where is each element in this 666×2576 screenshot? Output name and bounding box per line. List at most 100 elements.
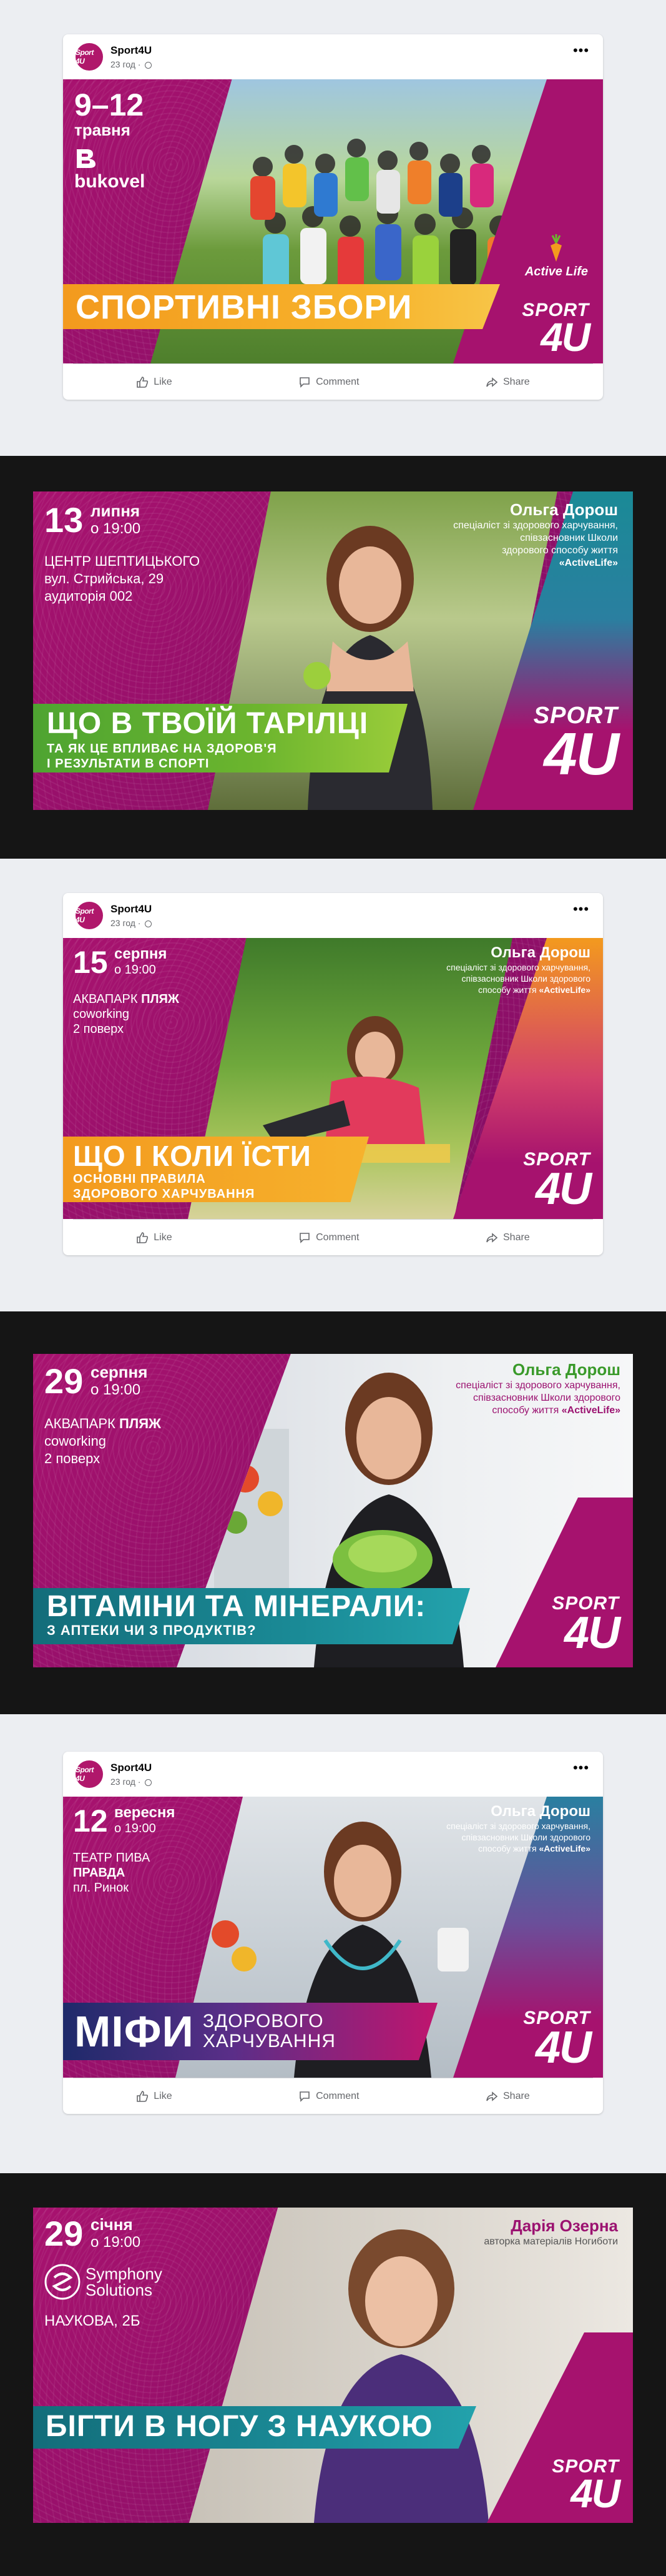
post-action-bar: Like Comment Share	[73, 2078, 593, 2114]
like-button[interactable]: Like	[136, 2090, 172, 2103]
post-header: Sport 4U Sport4U 23 год · •••	[63, 1752, 603, 1797]
globe-icon	[145, 1779, 152, 1786]
poster-band-6: 29 січня о 19:00 Symphony Solutions НАУК…	[0, 2173, 666, 2576]
avatar[interactable]: Sport 4U	[76, 1760, 103, 1788]
post-header: Sport 4U Sport4U 23 год · •••	[63, 34, 603, 79]
avatar[interactable]: Sport 4U	[76, 43, 103, 71]
like-button[interactable]: Like	[136, 376, 172, 388]
poster-what-when-eat: 15 серпня о 19:00 АКВАПАРК ПЛЯЖ coworkin…	[63, 938, 603, 1219]
social-post-5: Sport 4U Sport4U 23 год · ••• 12 вересня	[63, 1752, 603, 2114]
event-time: о 19:00	[114, 1822, 156, 1835]
more-options-icon[interactable]: •••	[572, 44, 590, 62]
social-post-3: Sport 4U Sport4U 23 год · ••• 15 серпня …	[63, 893, 603, 1255]
event-time: о 19:00	[91, 2234, 141, 2251]
speaker-name: Ольга Дорош	[491, 1803, 590, 1820]
bukovel-logo: bukovel	[74, 148, 145, 192]
post-timestamp[interactable]: 23 год ·	[110, 59, 152, 69]
event-month: травня	[74, 121, 130, 139]
post-action-bar: Like Comment Share	[73, 363, 593, 400]
share-icon	[486, 2091, 498, 2101]
thumbs-up-icon	[137, 1232, 149, 1243]
comment-button[interactable]: Comment	[298, 1231, 359, 1244]
event-venue: ТЕАТР ПИВА ПРАВДА пл. Ринок	[73, 1851, 150, 1895]
poster-myths: 12 вересня о 19:00 ТЕАТР ПИВА ПРАВДА пл.…	[63, 1797, 603, 2078]
social-post-1: Sport 4U Sport4U 23 год · ••• 9–12 травн…	[63, 34, 603, 400]
post-author[interactable]: Sport4U	[110, 44, 152, 57]
share-icon	[486, 377, 498, 387]
symphony-solutions-logo: Symphony Solutions	[44, 2264, 162, 2300]
comment-button[interactable]: Comment	[298, 2090, 359, 2103]
comment-icon	[300, 2091, 310, 2102]
headline-banner: ВІТАМІНИ ТА МІНЕРАЛИ: З АПТЕКИ ЧИ З ПРОД…	[33, 1588, 470, 1644]
headline-text: ЩО В ТВОЇЙ ТАРІЛЦІ	[47, 707, 369, 740]
event-month: вересня	[114, 1804, 175, 1821]
event-time: о 19:00	[114, 963, 156, 977]
poster-band-2: 13 липня о 19:00 ЦЕНТР ШЕПТИЦЬКОГО вул. …	[0, 456, 666, 859]
sport4u-logo: SPORT 4U	[552, 1593, 620, 1658]
avatar[interactable]: Sport 4U	[76, 902, 103, 929]
globe-icon	[145, 62, 152, 69]
event-venue: АКВАПАРК ПЛЯЖ coworking 2 поверх	[44, 1416, 161, 1466]
poster-what-on-plate: 13 липня о 19:00 ЦЕНТР ШЕПТИЦЬКОГО вул. …	[33, 491, 633, 810]
bukovel-wordmark: bukovel	[74, 171, 145, 192]
event-month: серпня	[114, 945, 167, 962]
thumbs-up-icon	[137, 2091, 149, 2102]
event-day: 12	[73, 1804, 108, 1838]
headline-text: ЩО І КОЛИ ЇСТИ	[73, 1140, 311, 1172]
poster-band-4: 29 серпня о 19:00 АКВАПАРК ПЛЯЖ coworkin…	[0, 1311, 666, 1714]
event-time: о 19:00	[91, 1381, 141, 1398]
event-venue: ЦЕНТР ШЕПТИЦЬКОГО вул. Стрийська, 29 ауд…	[44, 553, 200, 604]
post-timestamp[interactable]: 23 год ·	[110, 1777, 152, 1787]
event-venue: НАУКОВА, 2Б	[44, 2312, 140, 2329]
more-options-icon[interactable]: •••	[572, 1761, 590, 1779]
speaker-name: Дарія Озерна	[511, 2216, 618, 2235]
speaker-info: Ольга Дорош спеціаліст зі здорового харч…	[446, 944, 590, 995]
comment-icon	[300, 377, 310, 388]
event-day: 15	[73, 945, 108, 980]
comment-icon	[300, 1233, 310, 1243]
thumbs-up-icon	[137, 377, 149, 388]
poster-run-with-science: 29 січня о 19:00 Symphony Solutions НАУК…	[33, 2208, 633, 2523]
poster-sport-camp: 9–12 травня bukovel Active Life СПОРТИВН…	[63, 79, 603, 363]
sport4u-logo: SPORT 4U	[533, 703, 619, 787]
active-life-logo: Active Life	[525, 234, 588, 279]
event-venue: АКВАПАРК ПЛЯЖ coworking 2 поверх	[73, 992, 179, 1036]
post-action-bar: Like Comment Share	[73, 1219, 593, 1255]
carrot-icon	[551, 234, 562, 262]
headline-text: СПОРТИВНІ ЗБОРИ	[76, 289, 413, 326]
event-month: липня	[91, 501, 140, 520]
comment-button[interactable]: Comment	[298, 376, 359, 388]
sport4u-logo: SPORT 4U	[523, 1149, 592, 1214]
headline-text: БІГТИ В НОГУ З НАУКОЮ	[46, 2410, 433, 2443]
post-author[interactable]: Sport4U	[110, 903, 152, 915]
event-day: 29	[44, 2214, 84, 2253]
post-header: Sport 4U Sport4U 23 год · •••	[63, 893, 603, 938]
speaker-info: Дарія Озерна авторка матеріалів Ногиботи	[484, 2216, 618, 2247]
speaker-info: Ольга Дорош спеціаліст зі здорового харч…	[456, 1360, 620, 1416]
more-options-icon[interactable]: •••	[572, 902, 590, 920]
post-timestamp[interactable]: 23 год ·	[110, 918, 152, 928]
event-month: серпня	[91, 1363, 148, 1381]
poster-vitamins: 29 серпня о 19:00 АКВАПАРК ПЛЯЖ coworkin…	[33, 1354, 633, 1667]
share-icon	[486, 1233, 498, 1243]
globe-icon	[145, 920, 152, 927]
post-band-3: Sport 4U Sport4U 23 год · ••• 15 серпня …	[0, 859, 666, 1311]
event-month: січня	[91, 2215, 133, 2234]
sport4u-logo: SPORT 4U	[523, 2008, 592, 2073]
event-day: 29	[44, 1361, 84, 1401]
speaker-name: Ольга Дорош	[491, 944, 590, 961]
share-button[interactable]: Share	[486, 1231, 530, 1244]
bukovel-mark-icon	[77, 149, 95, 168]
headline-banner: БІГТИ В НОГУ З НАУКОЮ	[33, 2406, 476, 2449]
speaker-info: Ольга Дорош спеціаліст зі здорового харч…	[453, 500, 618, 568]
symphony-swirl-icon	[44, 2264, 81, 2300]
event-dates: 9–12	[74, 87, 144, 122]
headline-banner: СПОРТИВНІ ЗБОРИ	[63, 284, 500, 329]
speaker-name: Ольга Дорош	[509, 500, 618, 519]
post-author[interactable]: Sport4U	[110, 1762, 152, 1774]
like-button[interactable]: Like	[136, 1231, 172, 1244]
share-button[interactable]: Share	[486, 376, 530, 388]
post-band-5: Sport 4U Sport4U 23 год · ••• 12 вересня	[0, 1714, 666, 2173]
share-button[interactable]: Share	[486, 2090, 530, 2103]
post-band-1: Sport 4U Sport4U 23 год · ••• 9–12 травн…	[0, 0, 666, 456]
